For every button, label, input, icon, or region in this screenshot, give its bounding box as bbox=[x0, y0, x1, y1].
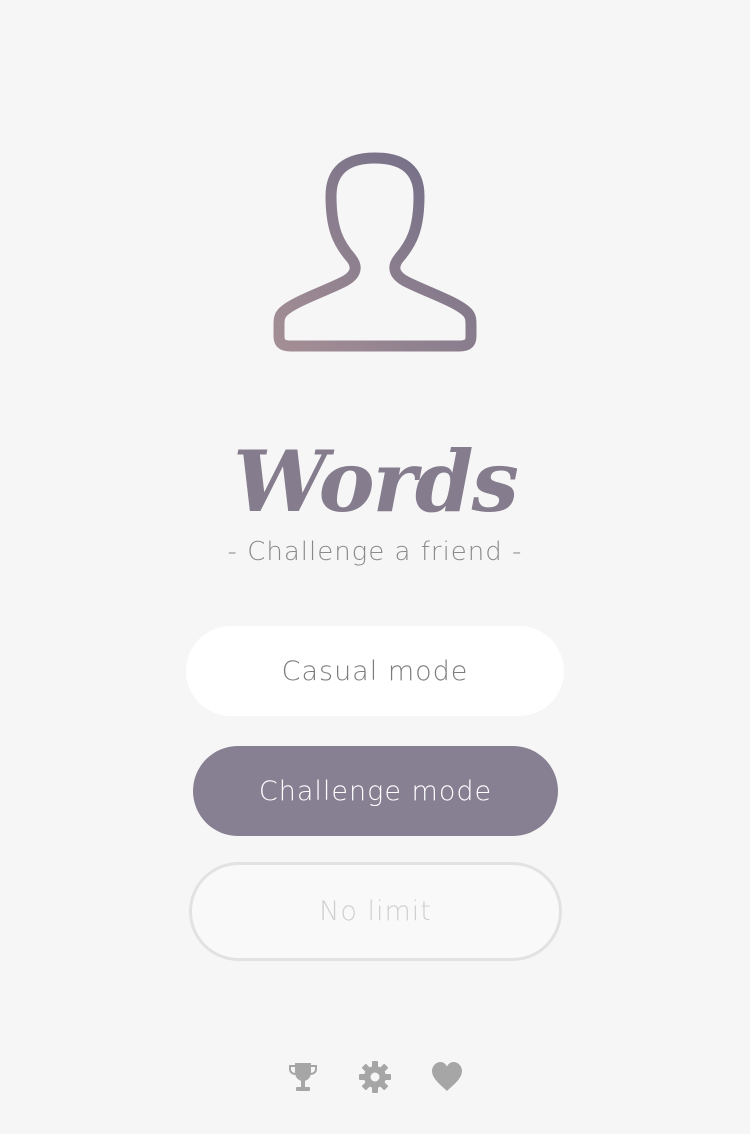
no-limit-button[interactable]: No limit bbox=[189, 862, 562, 961]
casual-mode-button[interactable]: Casual mode bbox=[186, 626, 564, 716]
app-subtitle: - Challenge a friend - bbox=[227, 537, 523, 567]
heart-icon[interactable] bbox=[430, 1060, 464, 1094]
challenge-mode-button[interactable]: Challenge mode bbox=[193, 746, 558, 836]
challenge-mode-label: Challenge mode bbox=[258, 775, 493, 807]
gear-icon[interactable] bbox=[358, 1060, 392, 1094]
casual-mode-label: Casual mode bbox=[281, 655, 469, 687]
app-title: Words bbox=[233, 432, 519, 531]
trophy-icon[interactable] bbox=[286, 1060, 320, 1094]
user-silhouette-icon[interactable] bbox=[263, 140, 487, 364]
no-limit-label: No limit bbox=[319, 896, 432, 927]
home-screen: Words - Challenge a friend - Casual mode… bbox=[0, 0, 750, 1134]
